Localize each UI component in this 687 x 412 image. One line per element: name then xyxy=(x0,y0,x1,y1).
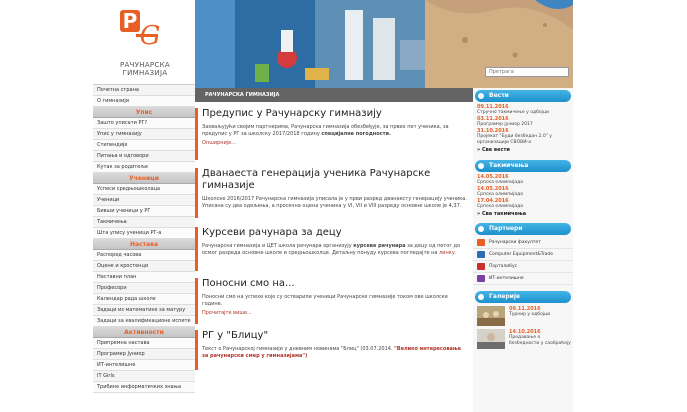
header-banner xyxy=(195,0,573,88)
nav-item[interactable]: Задаци за квалификационе испите xyxy=(93,316,195,327)
competition-item[interactable]: 14.05.2016 Српска олимпијада xyxy=(473,186,573,198)
school-logo[interactable]: Р G xyxy=(120,10,166,54)
nav-item[interactable]: Питања и одговори xyxy=(93,151,195,162)
nav-item[interactable]: ИТ-интелишне xyxy=(93,360,195,371)
nav-section-heading: Упис xyxy=(93,107,195,118)
article-text: Школске 2016/2017 Рачунарска гимназија у… xyxy=(202,196,467,209)
partners-header[interactable]: Партнери xyxy=(475,223,571,235)
partners-list: Рачунарски факултет Computer Equipment&T… xyxy=(473,235,573,285)
article-emphasis: курсеве рачунара xyxy=(353,243,406,249)
nav-item[interactable]: Такмичења xyxy=(93,217,195,228)
courses-link[interactable]: линку. xyxy=(439,250,456,256)
gallery-text: Турнир у одбојци xyxy=(509,312,551,317)
logo-area[interactable]: Р G РАЧУНАРСКА ГИМНАЗИЈА xyxy=(93,0,195,78)
gallery-item[interactable]: 14.10.2016 Предавање о безбедности у сао… xyxy=(473,326,573,349)
article-text: Захваљујући својим партнерима, Рачунарск… xyxy=(202,124,473,138)
gallery-text: Предавање о безбедности у саобраћају xyxy=(509,335,571,346)
portal-logo-icon xyxy=(477,263,485,270)
news-item[interactable]: 09.11.2016 Стручно такмичење у одбојци xyxy=(473,104,573,116)
nav-item[interactable]: Програмер Јуниор xyxy=(93,349,195,360)
news-header[interactable]: Вести xyxy=(475,90,571,102)
faculty-logo-icon xyxy=(477,239,485,246)
article-title[interactable]: РГ у "Блицу" xyxy=(202,330,473,342)
read-more-link[interactable]: Прочитајте више... xyxy=(202,310,473,316)
competition-item[interactable]: 17.04.2016 Српска олимпијада xyxy=(473,198,573,210)
all-competitions-link[interactable]: » Сва такмичења xyxy=(473,210,573,218)
nav-item[interactable]: Оцене и кростенци xyxy=(93,261,195,272)
breadcrumb: РАЧУНАРСКА ГИМНАЗИЈА xyxy=(195,88,473,102)
gallery-thumbnail xyxy=(477,306,505,326)
nav-item[interactable]: Професори xyxy=(93,283,195,294)
partner-item[interactable]: Порталибус xyxy=(473,261,573,273)
article-body: Рачунарска гимназија и ЦЕТ школа рачунар… xyxy=(202,243,352,249)
news-item[interactable]: 31.10.2016 Пројекат "Буди безбедан 2.0" … xyxy=(473,128,573,146)
nav-section-heading: Активности xyxy=(93,327,195,338)
competition-item[interactable]: 14.05.2016 Српска олимпијада xyxy=(473,174,573,186)
article-text: Текст о Рачунарској гимназији у дневним … xyxy=(202,346,473,360)
nav-item[interactable]: Трибине информатичких знања xyxy=(93,382,195,393)
nav-item[interactable]: Стипендије xyxy=(93,140,195,151)
article-courses: Курсеви рачунара за децу Рачунарска гимн… xyxy=(195,227,473,271)
partner-name: ИТ-интелишне xyxy=(489,276,524,281)
article-body: Текст о Рачунарској гимназији у дневним … xyxy=(202,346,393,352)
article-emphasis: специјалне погодности. xyxy=(321,131,391,137)
article-proud: Поносни смо на... Поносни смо на успехе … xyxy=(195,278,473,324)
article-text: Рачунарска гимназија и ЦЕТ школа рачунар… xyxy=(202,243,473,257)
article-title[interactable]: Дванаеста генерација ученика Рачунарске … xyxy=(202,168,473,192)
nav-item[interactable]: Ученици xyxy=(93,195,195,206)
article-title[interactable]: Курсеви рачунара за децу xyxy=(202,227,473,239)
article-preupis: Предупис у Рачунарску гимназију Захваљуј… xyxy=(195,108,473,160)
cet-logo-icon xyxy=(477,251,485,258)
partner-item[interactable]: ИТ-интелишне xyxy=(473,273,573,285)
article-text: Поносни смо на успехе које су остварили … xyxy=(202,294,448,307)
nav-item[interactable]: Задаци из математике за матуру xyxy=(93,305,195,316)
search-input[interactable] xyxy=(485,67,569,77)
nav-item[interactable]: Упис у гимназију xyxy=(93,129,195,140)
partner-item[interactable]: Computer Equipment&Trade xyxy=(473,249,573,261)
news-item[interactable]: 03.11.2016 Програмер јуниор 2017 xyxy=(473,116,573,128)
nav-item[interactable]: Кутак за родитеље xyxy=(93,162,195,173)
nav-item[interactable]: Распоред часова xyxy=(93,250,195,261)
gallery-header[interactable]: Галерије xyxy=(475,291,571,303)
news-list: 09.11.2016 Стручно такмичење у одбојци 0… xyxy=(473,102,573,154)
left-column: Р G РАЧУНАРСКА ГИМНАЗИЈА Почетна страна О… xyxy=(93,0,195,412)
read-more-link[interactable]: Опширније... xyxy=(202,140,473,146)
partner-name: Порталибус xyxy=(489,264,518,269)
main-content: РАЧУНАРСКА ГИМНАЗИЈА Предупис у Рачунарс… xyxy=(195,88,473,412)
sidebar-nav: Почетна страна О гимназији Упис Зашто уписа… xyxy=(93,84,195,393)
nav-item[interactable]: Зашто уписати РГ? xyxy=(93,118,195,129)
partner-name: Computer Equipment&Trade xyxy=(489,252,554,257)
svg-text:Р: Р xyxy=(123,10,138,33)
competitions-header[interactable]: Такмичења xyxy=(475,160,571,172)
article-generation: Дванаеста генерација ученика Рачунарске … xyxy=(195,168,473,218)
nav-item[interactable]: Успеси средњошколаца xyxy=(93,184,195,195)
nav-item[interactable]: Припремна настава xyxy=(93,338,195,349)
nav-item[interactable]: Календар рада школе xyxy=(93,294,195,305)
it-logo-icon xyxy=(477,275,485,282)
competitions-list: 14.05.2016 Српска олимпијада 14.05.2016 … xyxy=(473,172,573,218)
nav-item[interactable]: Почетна страна xyxy=(93,85,195,96)
all-news-link[interactable]: » Све вести xyxy=(473,146,573,154)
nav-item[interactable]: Шта упису ученици РГ-а xyxy=(93,228,195,239)
article-title[interactable]: Предупис у Рачунарску гимназију xyxy=(202,108,473,120)
nav-item[interactable]: Наставни план xyxy=(93,272,195,283)
school-name: РАЧУНАРСКА ГИМНАЗИЈА xyxy=(120,61,170,77)
article-blic: РГ у "Блицу" Текст о Рачунарској гимнази… xyxy=(195,330,473,370)
nav-item[interactable]: Бивши ученици у РГ xyxy=(93,206,195,217)
gallery-list: 09.11.2016 Турнир у одбојци 14.10.2016 П… xyxy=(473,303,573,349)
partner-item[interactable]: Рачунарски факултет xyxy=(473,237,573,249)
article-title[interactable]: Поносни смо на... xyxy=(202,278,473,290)
gallery-thumbnail xyxy=(477,329,505,349)
gallery-item[interactable]: 09.11.2016 Турнир у одбојци xyxy=(473,303,573,326)
nav-section-heading: Ученици xyxy=(93,173,195,184)
nav-item[interactable]: IT Girls xyxy=(93,371,195,382)
nav-item[interactable]: О гимназији xyxy=(93,96,195,107)
nav-section-heading: Настава xyxy=(93,239,195,250)
partner-name: Рачунарски факултет xyxy=(489,240,541,245)
news-text: Пројекат "Буди безбедан 2.0" у организац… xyxy=(477,134,552,145)
right-column: Вести 09.11.2016 Стручно такмичење у одб… xyxy=(473,88,573,412)
